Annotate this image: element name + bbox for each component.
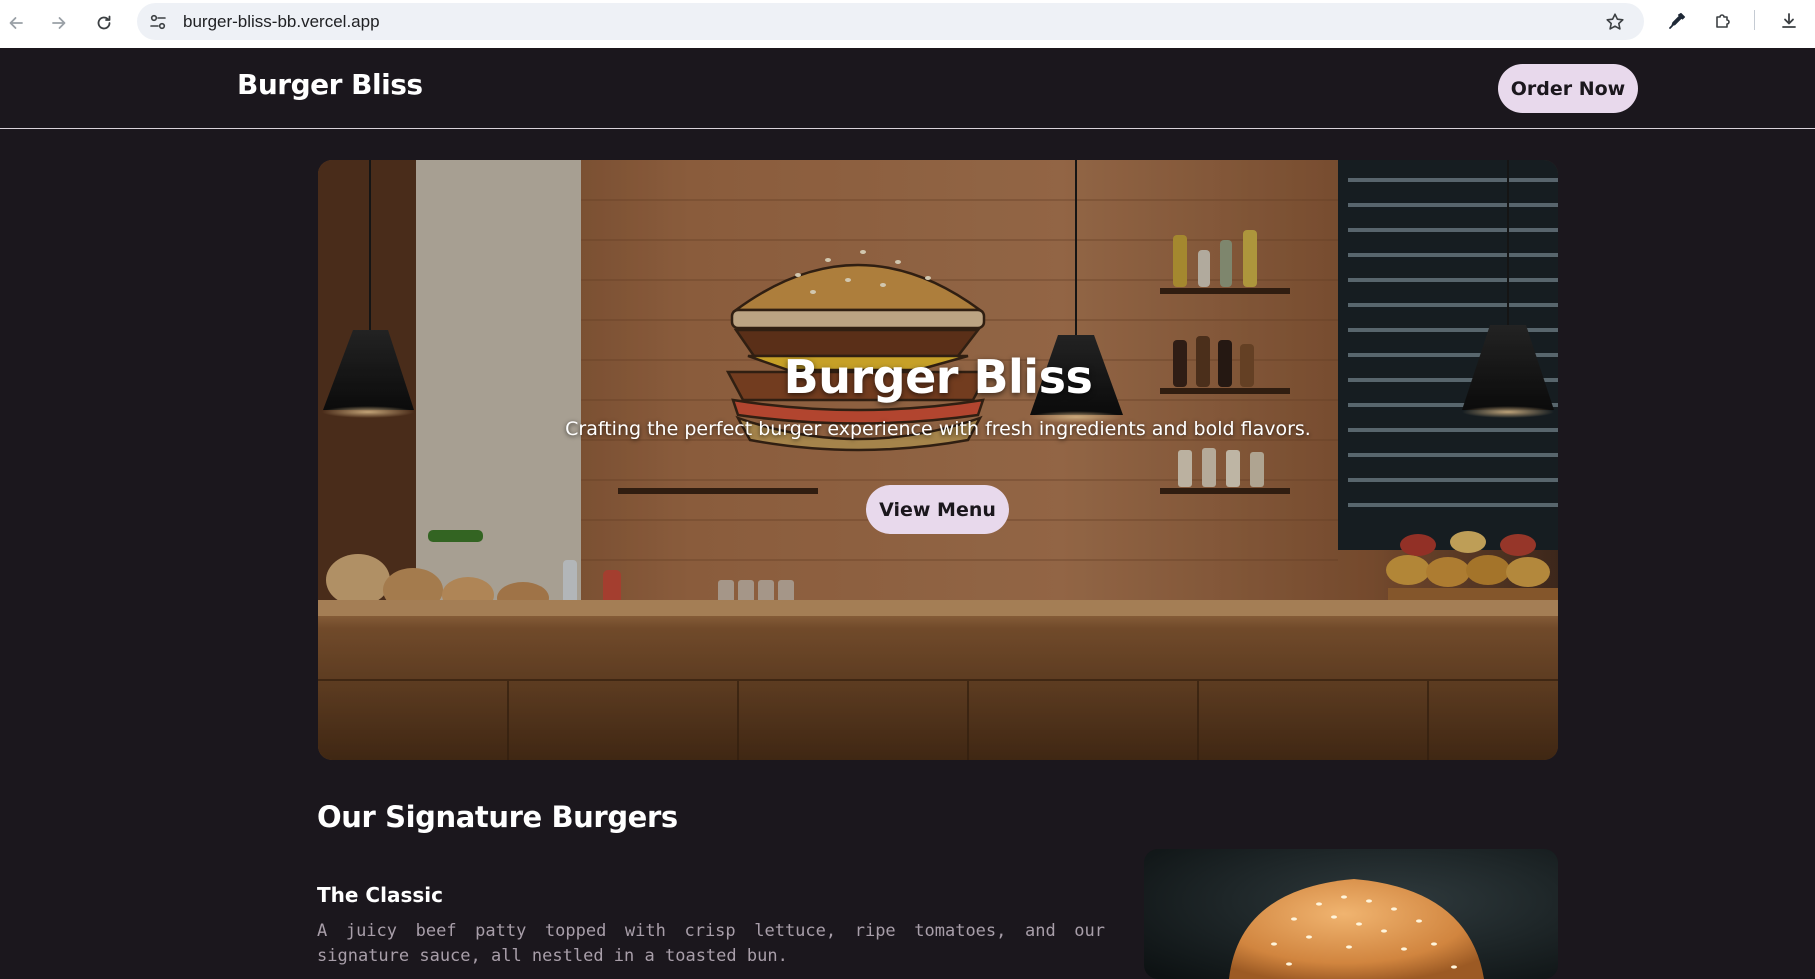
toolbar-divider bbox=[1754, 10, 1755, 30]
extensions-puzzle-icon[interactable] bbox=[1710, 8, 1736, 34]
view-menu-button[interactable]: View Menu bbox=[866, 485, 1009, 534]
site-settings-icon[interactable] bbox=[147, 11, 169, 33]
download-icon[interactable] bbox=[1776, 8, 1802, 34]
reload-icon[interactable] bbox=[89, 8, 119, 38]
url-text[interactable]: burger-bliss-bb.vercel.app bbox=[183, 12, 380, 32]
browser-toolbar: burger-bliss-bb.vercel.app bbox=[0, 0, 1815, 48]
hero-title: Burger Bliss bbox=[783, 350, 1093, 404]
back-arrow-icon[interactable] bbox=[1, 8, 31, 38]
site-header: Burger Bliss Order Now bbox=[0, 48, 1815, 129]
section-title: Our Signature Burgers bbox=[317, 800, 678, 834]
burger-description: A juicy beef patty topped with crisp let… bbox=[317, 921, 1105, 966]
eyedropper-icon[interactable] bbox=[1664, 8, 1690, 34]
brand-logo-text[interactable]: Burger Bliss bbox=[237, 68, 423, 101]
forward-arrow-icon[interactable] bbox=[44, 8, 74, 38]
hero-banner: Burger Bliss Crafting the perfect burger… bbox=[318, 160, 1558, 760]
hero-subtitle: Crafting the perfect burger experience w… bbox=[565, 418, 1311, 440]
address-bar[interactable]: burger-bliss-bb.vercel.app bbox=[137, 3, 1644, 40]
hero-restaurant-image bbox=[318, 160, 1558, 760]
burger-name: The Classic bbox=[317, 883, 443, 907]
order-now-button[interactable]: Order Now bbox=[1498, 64, 1638, 113]
bookmark-star-icon[interactable] bbox=[1604, 11, 1626, 33]
